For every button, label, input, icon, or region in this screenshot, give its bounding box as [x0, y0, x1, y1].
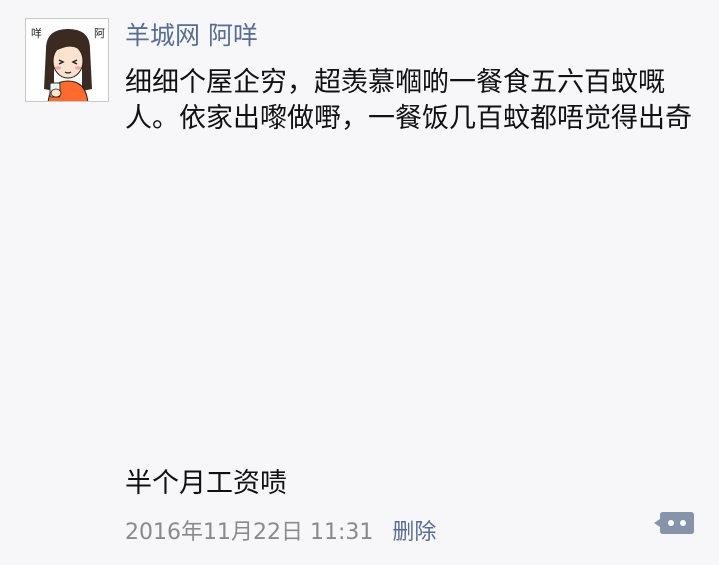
author-name[interactable]: 羊城网 阿咩 — [125, 18, 258, 54]
avatar-label-left: 咩 — [31, 26, 42, 40]
post-timestamp: 2016年11月22日 11:31 — [125, 520, 374, 545]
cartoon-girl-avatar-icon: 咩 阿 — [26, 19, 108, 101]
avatar-label-right: 阿 — [94, 27, 105, 40]
delete-link[interactable]: 删除 — [392, 520, 436, 545]
avatar[interactable]: 咩 阿 — [25, 18, 109, 102]
post-text: 细细个屋企穷，超羡慕嗰啲一餐食五六百蚊嘅人。依家出嚟做嘢，一餐饭几百蚊都唔觉得出… — [125, 67, 692, 134]
comment-button[interactable] — [653, 508, 695, 538]
comment-dots-icon — [654, 512, 694, 534]
post-meta: 2016年11月22日 11:31 删除 — [125, 517, 436, 549]
post-caption: 半个月工资啧 — [125, 468, 287, 499]
